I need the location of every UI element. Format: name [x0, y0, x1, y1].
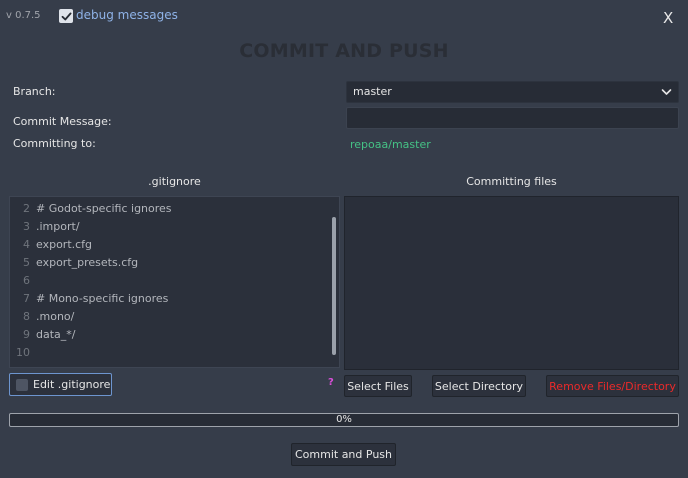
line-number: 6: [23, 274, 30, 287]
branch-label: Branch:: [13, 85, 56, 98]
line-text: data_*/: [36, 328, 76, 341]
committing-files-heading: Committing files: [466, 175, 557, 188]
line-text: .import/: [36, 220, 80, 233]
line-number: 2: [23, 202, 30, 215]
gitignore-editor[interactable]: 2 # Godot-specific ignores 3 .import/ 4 …: [9, 196, 340, 368]
gitignore-heading: .gitignore: [148, 175, 201, 188]
branch-select[interactable]: master: [346, 81, 679, 103]
editor-line: 5 export_presets.cfg: [10, 256, 330, 274]
line-text: export_presets.cfg: [36, 256, 139, 269]
editor-line: 7 # Mono-specific ignores: [10, 292, 330, 310]
editor-line: 8 .mono/: [10, 310, 330, 328]
select-files-button[interactable]: Select Files: [344, 375, 412, 397]
edit-gitignore-label: Edit .gitignore: [33, 378, 111, 391]
chevron-down-icon: [661, 89, 672, 95]
editor-line: 6: [10, 274, 330, 292]
committing-files-list[interactable]: [344, 196, 679, 370]
branch-select-value: master: [353, 85, 392, 98]
debug-messages-checkbox[interactable]: [59, 9, 73, 23]
editor-line: 4 export.cfg: [10, 238, 330, 256]
line-number: 4: [23, 238, 30, 251]
version-label: v 0.7.5: [6, 10, 41, 21]
editor-line: 9 data_*/: [10, 328, 330, 346]
line-text: # Godot-specific ignores: [36, 202, 172, 215]
edit-gitignore-toggle[interactable]: Edit .gitignore: [9, 373, 112, 396]
debug-messages-label[interactable]: debug messages: [76, 8, 178, 22]
line-number: 9: [23, 328, 30, 341]
line-text: # Mono-specific ignores: [36, 292, 169, 305]
line-text: .mono/: [36, 310, 75, 323]
editor-line: 2 # Godot-specific ignores: [10, 202, 330, 220]
checkmark-icon: [61, 12, 71, 20]
gitignore-help-icon[interactable]: ?: [328, 377, 334, 388]
commit-message-label: Commit Message:: [13, 115, 112, 128]
edit-gitignore-checkbox: [16, 379, 28, 391]
close-button[interactable]: X: [663, 9, 673, 27]
commit-and-push-button[interactable]: Commit and Push: [291, 443, 396, 466]
line-number: 5: [23, 256, 30, 269]
progress-bar: 0%: [9, 413, 679, 427]
editor-line: 3 .import/: [10, 220, 330, 238]
line-number: 7: [23, 292, 30, 305]
committing-to-label: Committing to:: [13, 137, 96, 150]
dialog-title: COMMIT AND PUSH: [239, 40, 449, 62]
remove-files-button[interactable]: Remove Files/Directory: [546, 375, 679, 397]
select-directory-button[interactable]: Select Directory: [432, 375, 526, 397]
editor-line: 10: [10, 346, 330, 364]
line-number: 3: [23, 220, 30, 233]
line-number: 8: [23, 310, 30, 323]
progress-label: 0%: [336, 414, 352, 425]
commit-message-input[interactable]: [346, 107, 679, 129]
committing-to-value: repoaa/master: [350, 138, 431, 151]
editor-scrollbar-thumb[interactable]: [332, 217, 336, 355]
line-text: export.cfg: [36, 238, 93, 251]
line-number: 10: [16, 346, 30, 359]
